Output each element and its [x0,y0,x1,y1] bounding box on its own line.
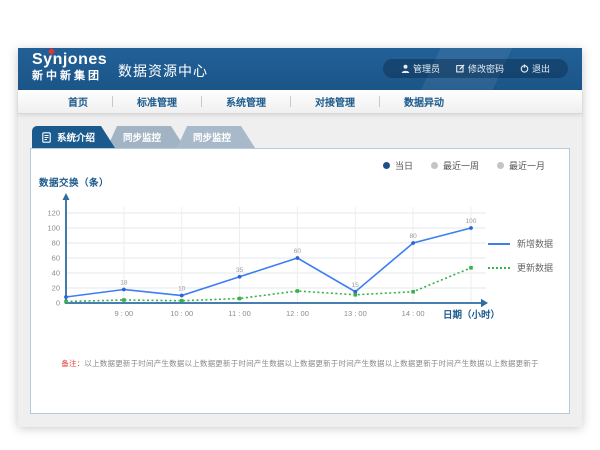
svg-text:100: 100 [466,218,477,225]
user-pill: 管理员 修改密码 退出 [383,59,568,78]
svg-text:9 : 00: 9 : 00 [114,309,133,318]
svg-text:10: 10 [178,286,186,293]
change-password-button[interactable]: 修改密码 [448,62,512,75]
radio-icon [431,162,438,169]
logo-secondary: 新中新集团 [32,71,107,82]
svg-text:80: 80 [410,233,418,240]
svg-text:13 : 00: 13 : 00 [344,309,367,318]
tab-label: 同步监控 [123,130,161,144]
screenshot-stage: Synjones 新中新集团 数据资源中心 管理员 修改密码 [0,0,600,450]
legend-item-updated-data[interactable]: 更新数据 [488,261,553,274]
range-label: 最近一月 [509,159,545,172]
logout-button[interactable]: 退出 [512,62,558,75]
tab-label: 同步监控 [193,130,231,144]
content-area: 系统介绍 同步监控 同步监控 当日 最近一周 [18,114,582,427]
svg-text:10 : 00: 10 : 00 [170,309,193,318]
nav-item-data-change[interactable]: 数据异动 [380,94,468,109]
edit-icon [456,64,465,73]
svg-text:18: 18 [120,280,128,287]
svg-text:120: 120 [47,209,60,218]
tab-sync-monitor-2[interactable]: 同步监控 [177,126,255,148]
time-range-group: 当日 最近一周 最近一月 [365,159,545,172]
line-chart: 0 20 40 60 80 100 120 9 : 00 10 : 00 11 : 00 12 : … [41,193,501,328]
tab-sync-monitor-1[interactable]: 同步监控 [107,126,185,148]
nav-item-standards[interactable]: 标准管理 [113,94,201,109]
range-label: 当日 [395,159,413,172]
radio-icon [497,162,504,169]
svg-text:12 : 00: 12 : 00 [286,309,309,318]
main-nav: 首页 标准管理 系统管理 对接管理 数据异动 [18,90,582,114]
y-axis-title: 数据交换（条） [39,175,109,189]
chart-panel: 当日 最近一周 最近一月 数据交换（条） [30,148,570,414]
footnote: 备注：以上数据更新于时间产生数据以上数据更新于时间产生数据以上数据更新于时间产生… [31,358,569,369]
dotted-line-swatch-icon [488,267,510,269]
app-header: Synjones 新中新集团 数据资源中心 管理员 修改密码 [18,48,582,90]
admin-user-label: 管理员 [413,62,440,75]
legend-label: 更新数据 [517,261,553,274]
tab-system-intro[interactable]: 系统介绍 [32,126,115,148]
range-option-last-week[interactable]: 最近一周 [431,159,479,172]
chart-tick-labels: 0 20 40 60 80 100 120 9 : 00 10 : 00 11 : 00 12 : … [47,209,424,318]
company-logo: Synjones 新中新集团 [32,52,107,82]
logo-primary: Synjones [32,52,107,68]
range-label: 最近一周 [443,159,479,172]
svg-text:40: 40 [52,269,60,278]
svg-text:60: 60 [52,254,60,263]
nav-item-interface[interactable]: 对接管理 [291,94,379,109]
svg-text:0: 0 [56,299,60,308]
legend-label: 新增数据 [517,237,553,250]
svg-text:11 : 00: 11 : 00 [228,309,250,318]
svg-text:15: 15 [352,282,360,289]
page-title: 数据资源中心 [118,61,208,81]
svg-text:14 : 00: 14 : 00 [402,309,425,318]
document-icon [42,132,51,143]
user-icon [401,64,410,73]
solid-line-swatch-icon [488,243,510,245]
nav-item-home[interactable]: 首页 [44,94,112,109]
admin-user-button[interactable]: 管理员 [393,62,448,75]
svg-text:60: 60 [294,248,302,255]
nav-item-system[interactable]: 系统管理 [202,94,290,109]
logout-icon [520,64,529,73]
legend-item-new-data[interactable]: 新增数据 [488,237,553,250]
range-option-last-month[interactable]: 最近一月 [497,159,545,172]
tab-label: 系统介绍 [57,130,95,144]
svg-text:80: 80 [52,239,60,248]
range-option-today[interactable]: 当日 [383,159,413,172]
tab-bar: 系统介绍 同步监控 同步监控 [32,126,255,148]
svg-text:100: 100 [47,224,60,233]
change-password-label: 修改密码 [468,62,504,75]
chart-legend: 新增数据 更新数据 [488,237,553,285]
chart-series: 18 10 35 60 15 80 100 [64,218,477,303]
app-window: Synjones 新中新集团 数据资源中心 管理员 修改密码 [18,48,582,426]
footnote-text: 以上数据更新于时间产生数据以上数据更新于时间产生数据以上数据更新于时间产生数据以… [84,359,538,368]
svg-text:35: 35 [236,267,244,274]
radio-selected-icon [383,162,390,169]
footnote-prefix: 备注： [61,359,84,368]
logout-label: 退出 [532,62,550,75]
chart-gridlines [66,207,486,303]
svg-text:20: 20 [52,284,60,293]
